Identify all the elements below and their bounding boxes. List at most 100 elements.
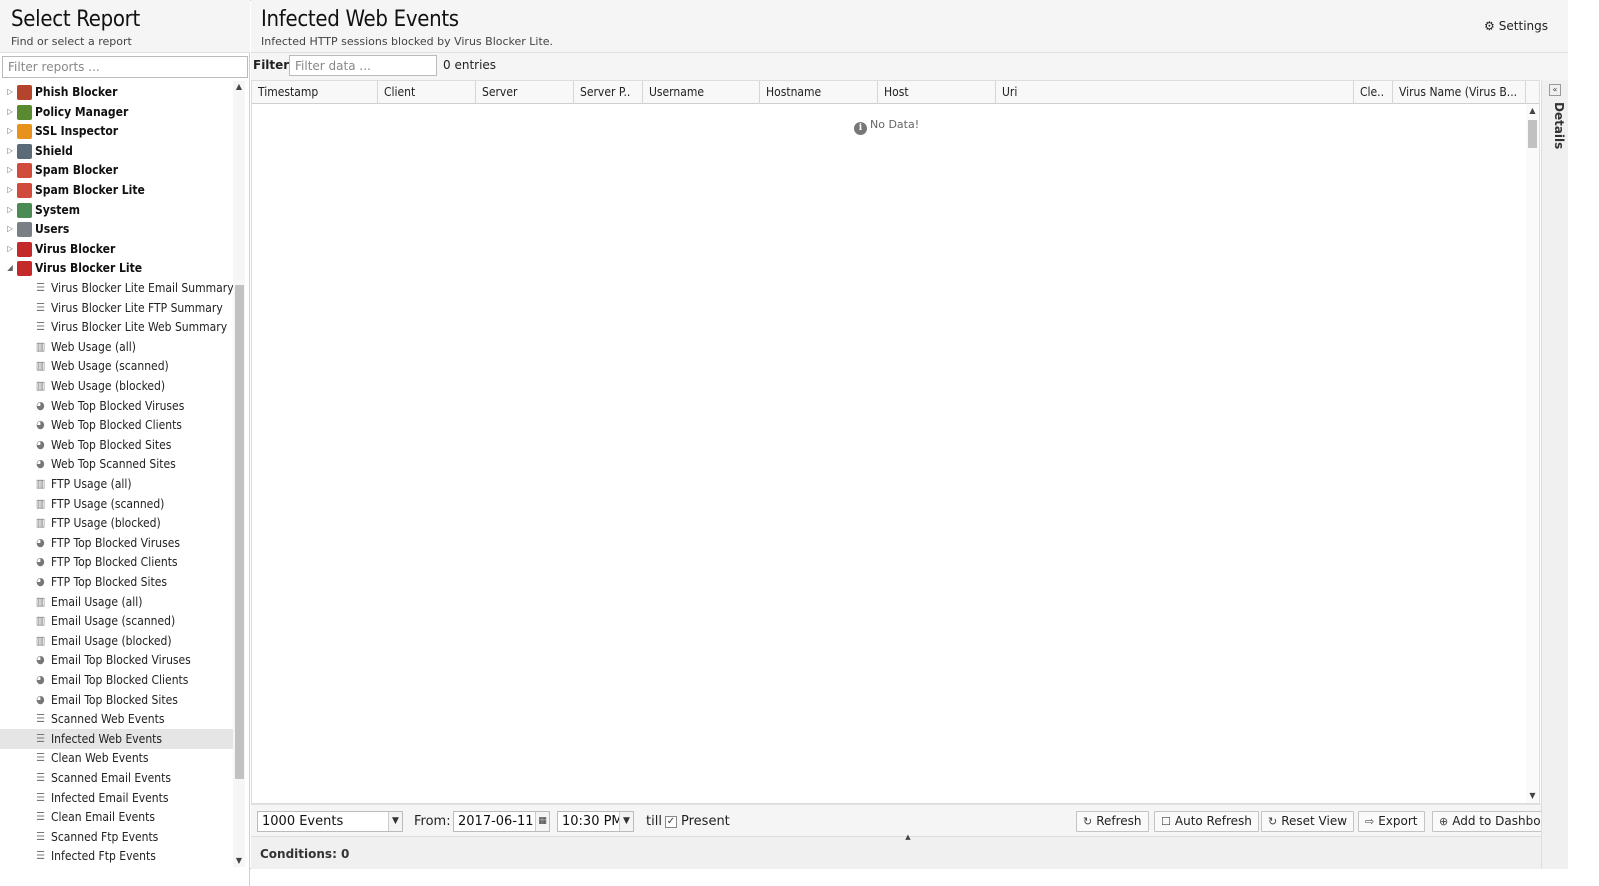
column-header[interactable]: Server P.. [574,81,643,104]
tree-report-label: Email Top Blocked Clients [51,673,189,687]
expand-left-icon[interactable]: « [1549,84,1561,96]
tree-report-item[interactable]: ◕ Web Top Scanned Sites [0,454,236,474]
collapsed-arrow-icon[interactable]: ▷ [5,200,15,220]
tree-report-label: Infected Web Events [51,731,163,746]
tree-report-item[interactable]: ☰ Infected Email Events [0,788,236,808]
tree-report-item[interactable]: ◕ FTP Top Blocked Sites [0,572,236,592]
export-button[interactable]: ⇨ Export [1358,811,1425,832]
tree-app-node[interactable]: ▷ SSL Inspector [0,121,236,141]
start-time-select[interactable]: 10:30 PM ▼ [557,811,634,832]
refresh-button[interactable]: ↻ Refresh [1076,811,1149,832]
settings-button[interactable]: ⚙ Settings [1484,19,1548,33]
tree-report-item[interactable]: ◕ FTP Top Blocked Clients [0,552,236,572]
scroll-down-icon[interactable]: ▼ [1526,791,1539,801]
tree-report-item[interactable]: ◕ Web Top Blocked Clients [0,415,236,435]
collapsed-arrow-icon[interactable]: ▷ [5,102,15,122]
tree-report-label: Scanned Email Events [51,771,171,785]
tree-report-item[interactable]: ▥ Web Usage (scanned) [0,356,236,376]
system-icon [17,202,32,218]
grid-scroll-thumb[interactable] [1528,120,1537,148]
report-filter-input[interactable] [2,56,248,78]
tree-report-item[interactable]: ▥ Web Usage (blocked) [0,376,236,396]
tree-report-item[interactable]: ▥ FTP Usage (all) [0,474,236,494]
start-date-field[interactable]: 2017-06-11 ▦ [453,811,550,832]
conditions-splitter-handle[interactable]: ▲ [891,834,925,841]
calendar-icon[interactable]: ▦ [535,812,549,831]
column-header[interactable]: Timestamp [252,81,378,104]
tree-report-item[interactable]: ☰ Clean Web Events [0,748,236,768]
tree-app-node[interactable]: ◢ Virus Blocker Lite [0,258,236,278]
present-checkbox[interactable]: ✓ [665,816,677,828]
tree-report-item[interactable]: ▥ Email Usage (all) [0,592,236,612]
tree-report-item[interactable]: ◕ Email Top Blocked Viruses [0,650,236,670]
tree-report-item[interactable]: ◕ Email Top Blocked Clients [0,670,236,690]
tree-app-node[interactable]: ▷ Users [0,219,236,239]
column-header[interactable]: Host [878,81,996,104]
tree-app-node[interactable]: ▷ System [0,200,236,220]
tree-report-item[interactable]: ◕ Web Top Blocked Viruses [0,396,236,416]
tree-report-item[interactable]: ☰ Scanned Web Events [0,709,236,729]
tree-app-label: Virus Blocker [35,241,116,256]
list-icon: ☰ [36,712,45,726]
column-header[interactable]: Cle.. [1354,81,1393,104]
collapsed-arrow-icon[interactable]: ▷ [5,180,15,200]
tree-report-label: Web Usage (all) [51,339,137,354]
column-header[interactable]: Server [476,81,574,104]
events-limit-select[interactable]: 1000 Events ▼ [257,811,403,832]
tree-report-item[interactable]: ◕ Email Top Blocked Sites [0,690,236,710]
tree-report-item[interactable]: ◕ Web Top Blocked Sites [0,435,236,455]
collapsed-arrow-icon[interactable]: ▷ [5,121,15,141]
tree-report-item[interactable]: ☰ Infected Ftp Events [0,846,236,866]
auto-refresh-button[interactable]: ☐ Auto Refresh [1154,811,1259,832]
tree-report-item[interactable]: ▥ Email Usage (scanned) [0,611,236,631]
tree-report-item[interactable]: ▥ FTP Usage (blocked) [0,513,236,533]
list-icon: ☰ [36,790,45,804]
tree-report-item[interactable]: ▥ Web Usage (all) [0,337,236,357]
scroll-down-icon[interactable]: ▼ [233,855,245,867]
collapsed-arrow-icon[interactable]: ▷ [5,160,15,180]
tree-report-item[interactable]: ▥ Email Usage (blocked) [0,631,236,651]
tree-app-node[interactable]: ▷ Spam Blocker Lite [0,180,236,200]
scroll-up-icon[interactable]: ▲ [233,81,245,93]
report-tree-scroll-thumb[interactable] [235,285,244,779]
tree-app-node[interactable]: ▷ Phish Blocker [0,82,236,102]
auto-refresh-label: Auto Refresh [1174,814,1252,828]
tree-app-node[interactable]: ▷ Virus Blocker [0,239,236,259]
collapsed-arrow-icon[interactable]: ▷ [5,82,15,102]
tree-report-item[interactable]: ☰ Virus Blocker Lite FTP Summary [0,298,236,318]
report-toolbar: 1000 Events ▼ From: 2017-06-11 ▦ 10:30 P… [251,804,1568,836]
collapsed-arrow-icon[interactable]: ▷ [5,141,15,161]
tree-report-item[interactable]: ☰ Virus Blocker Lite Web Summary [0,317,236,337]
collapsed-arrow-icon[interactable]: ▷ [5,219,15,239]
tree-report-item[interactable]: ☰ Scanned Ftp Events [0,827,236,847]
pie-chart-icon: ◕ [36,535,45,549]
reset-view-button[interactable]: ↻ Reset View [1261,811,1355,832]
tree-report-item-selected[interactable]: ☰ Infected Web Events [0,728,236,749]
tree-report-item[interactable]: ◕ FTP Top Blocked Viruses [0,533,236,553]
grid-scrollbar[interactable]: ▲ ▼ [1526,104,1539,803]
no-data-text: No Data! [870,118,920,131]
tree-app-node[interactable]: ▷ Spam Blocker [0,160,236,180]
report-tree-scrollbar[interactable]: ▲ ▼ [233,81,245,867]
report-header: Infected Web Events Infected HTTP sessio… [251,0,1568,53]
scroll-up-icon[interactable]: ▲ [1526,106,1539,116]
chevron-down-icon[interactable]: ▼ [388,812,402,831]
collapsed-arrow-icon[interactable]: ▷ [5,239,15,259]
tree-report-item[interactable]: ☰ Clean Email Events [0,807,236,827]
column-header[interactable]: Username [643,81,760,104]
chevron-down-icon[interactable]: ▼ [619,812,633,831]
start-date-value: 2017-06-11 [458,814,534,829]
tree-report-item[interactable]: ☰ Scanned Email Events [0,768,236,788]
details-panel-collapsed[interactable]: « Details [1541,80,1568,869]
tree-app-node[interactable]: ▷ Policy Manager [0,102,236,122]
tree-app-node[interactable]: ▷ Shield [0,141,236,161]
expanded-arrow-icon[interactable]: ◢ [5,258,15,278]
column-header[interactable]: Virus Name (Virus B... [1393,81,1526,104]
tree-report-item[interactable]: ▥ FTP Usage (scanned) [0,494,236,514]
data-filter-input[interactable] [289,55,437,76]
tree-report-item[interactable]: ☰ Virus Blocker Lite Email Summary [0,278,236,298]
column-header[interactable]: Hostname [760,81,878,104]
column-header[interactable]: Client [378,81,476,104]
column-header[interactable]: Uri [996,81,1354,104]
conditions-label: Conditions: 0 [260,847,350,861]
